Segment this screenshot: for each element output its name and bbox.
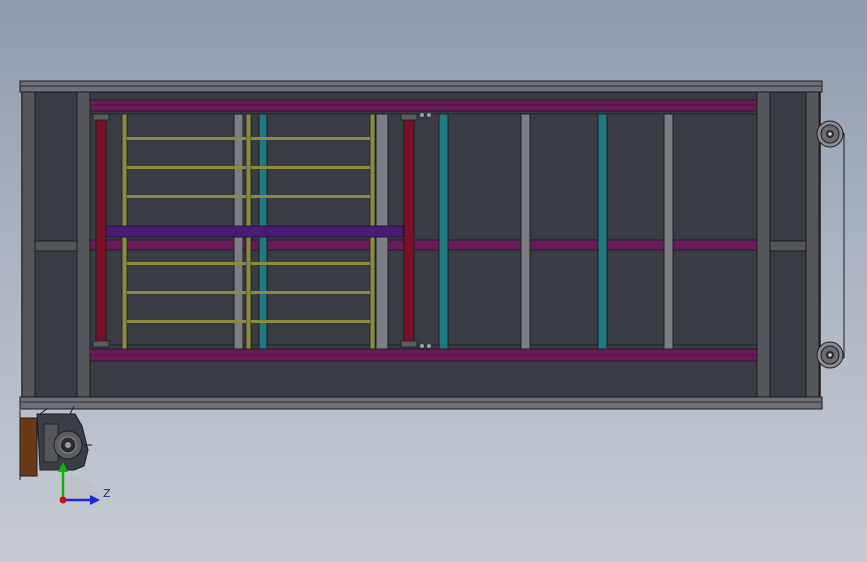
left-mid-crossbar	[34, 240, 78, 252]
mount-bracket	[19, 417, 38, 477]
gear-icon	[53, 430, 83, 460]
pulley-assembly[interactable]	[816, 120, 845, 369]
model-canvas[interactable]: Z	[0, 0, 867, 562]
teal-bar-1	[438, 113, 449, 350]
violet-transverse-bar	[99, 225, 404, 238]
z-axis-label: Z	[103, 487, 111, 500]
crimson-bar-right	[403, 117, 415, 345]
frame-assembly[interactable]	[19, 80, 823, 410]
purple-bar-middle	[89, 239, 758, 251]
right-mid-crossbar	[769, 240, 807, 252]
wheel-icon	[816, 341, 844, 369]
left-end-post-outer	[21, 91, 36, 398]
teal-bar-2	[597, 113, 608, 350]
drive-motor-assembly[interactable]	[19, 405, 92, 480]
crimson-bar-left	[95, 117, 107, 345]
cad-viewport[interactable]: Z	[0, 0, 867, 562]
sprocket-icon	[816, 120, 844, 148]
origin-dot	[59, 496, 67, 504]
gray-post-2	[663, 113, 674, 350]
right-end-post-inner	[756, 91, 771, 398]
coordinate-triad: Z	[58, 462, 111, 505]
bottom-rail	[19, 396, 823, 410]
gray-post-1	[520, 113, 531, 350]
left-end-post-inner	[76, 91, 91, 398]
